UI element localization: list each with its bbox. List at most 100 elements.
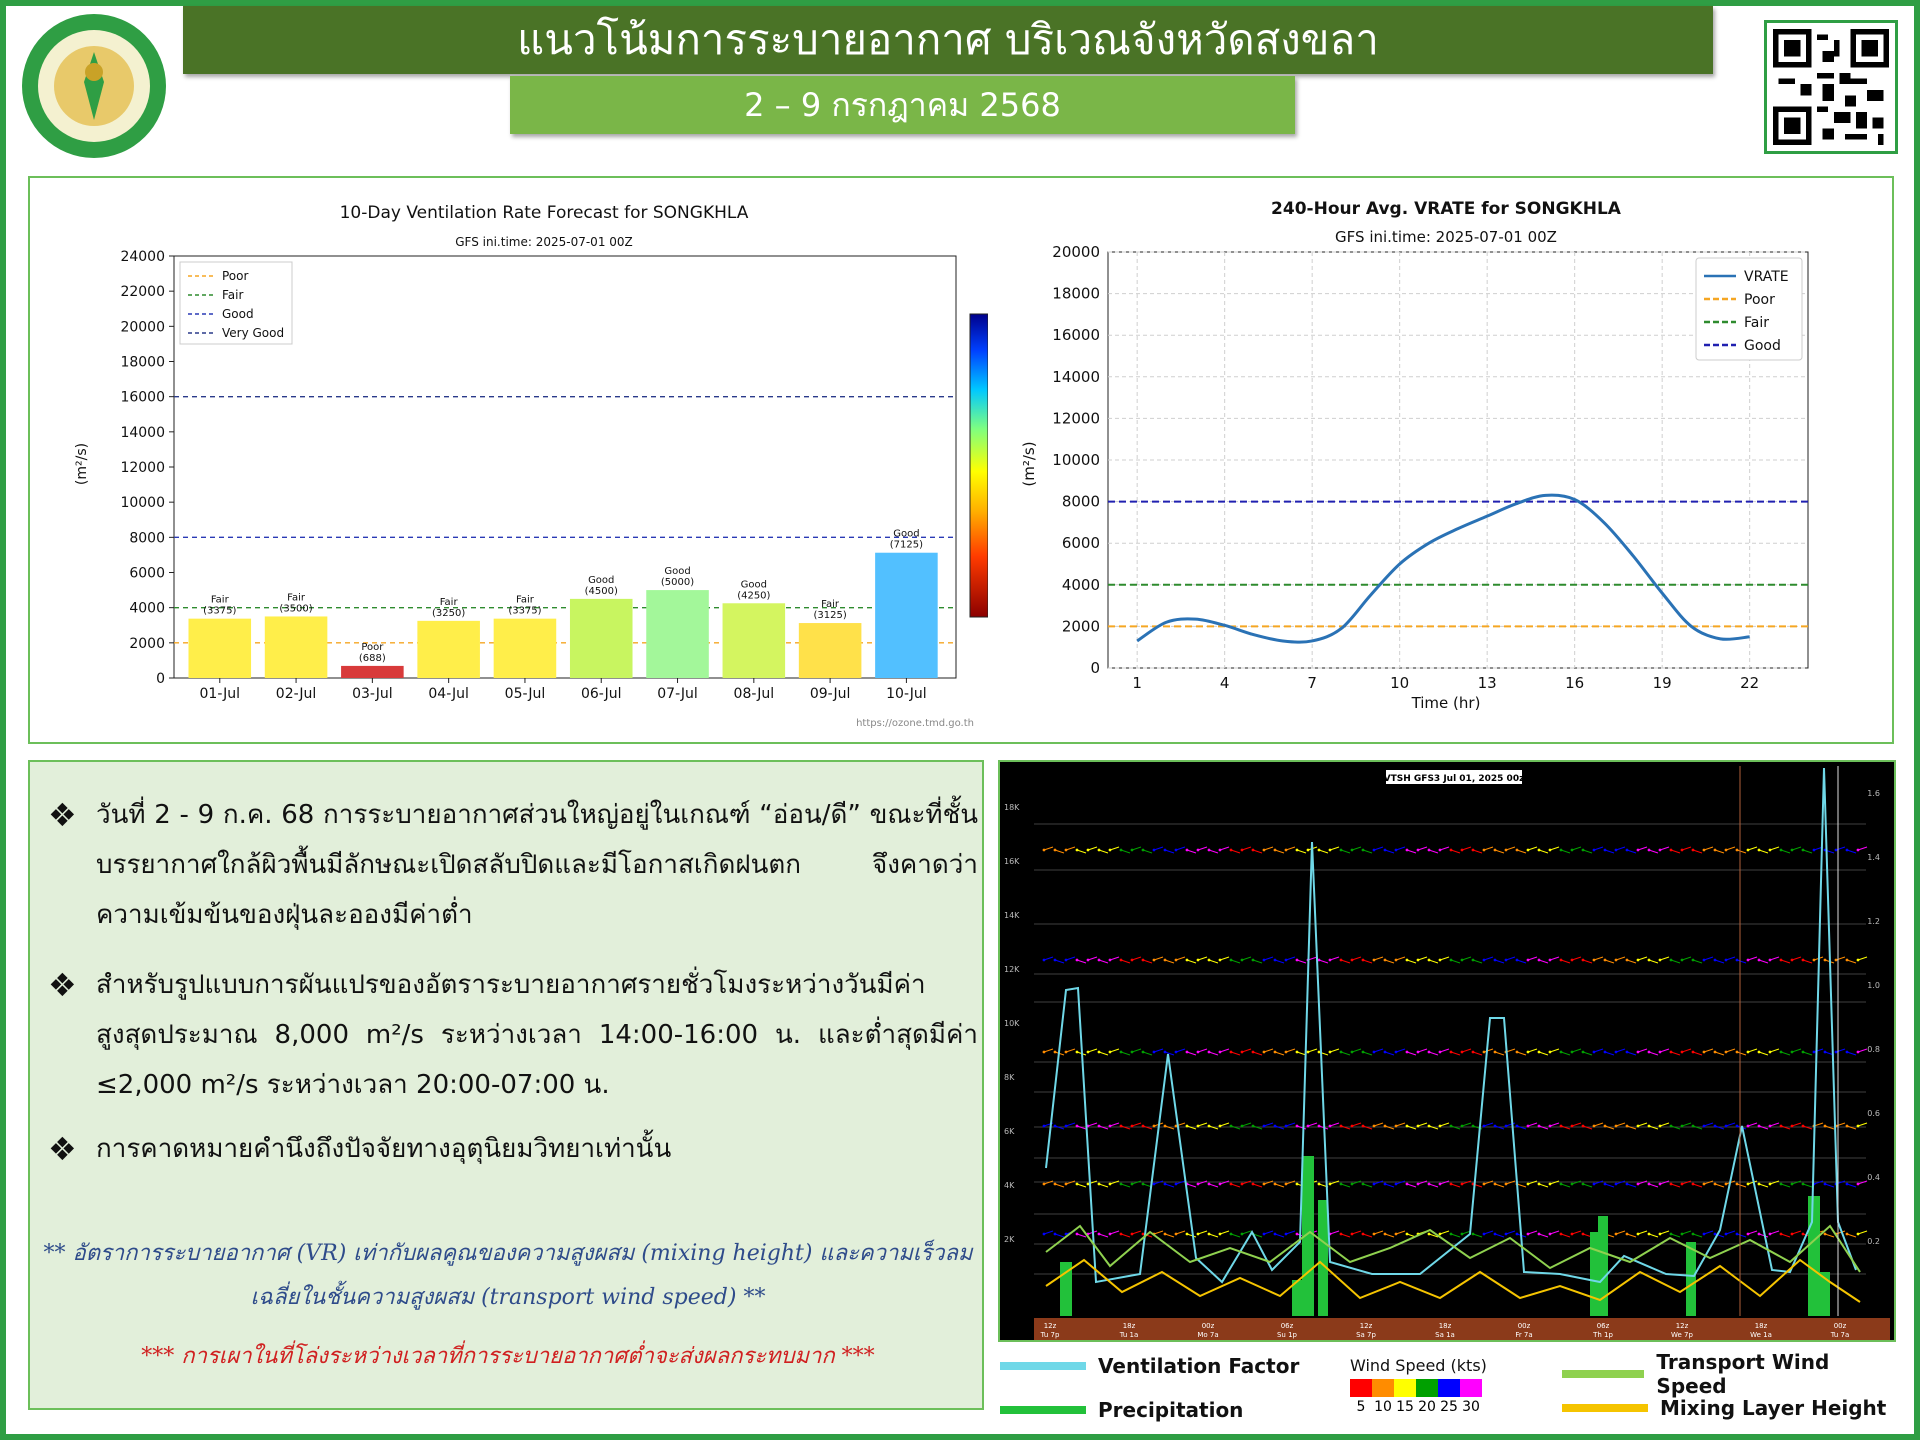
meteogram-wind-dot	[1625, 1050, 1629, 1054]
meteogram-time-label: 12z	[1360, 1322, 1373, 1330]
chart1-legend-label: Good	[222, 307, 254, 321]
meteogram-right-axis-label: 0.6	[1867, 1109, 1880, 1118]
meteogram-wind-dot	[1746, 1124, 1750, 1128]
meteogram-left-axis-label: 16K	[1004, 857, 1020, 866]
meteogram-wind-dot	[1460, 1124, 1464, 1128]
meteogram-wind-dot	[1317, 1182, 1321, 1186]
meteogram-wind-dot	[1273, 1232, 1277, 1236]
chart2-ytick-label: 14000	[1052, 368, 1100, 386]
meteogram-wind-dot	[1790, 1124, 1794, 1128]
meteogram-wind-dot	[1691, 848, 1695, 852]
chart1-xtick-label: 03-Jul	[352, 686, 393, 702]
chart1-legend-label: Very Good	[222, 326, 284, 340]
chart1-colorbar	[969, 313, 988, 618]
meteogram-wind-dot	[1295, 1232, 1299, 1236]
chart1-xtick-label: 08-Jul	[734, 686, 775, 702]
meteogram-wind-dot	[1669, 848, 1673, 852]
wind-speed-colors	[1350, 1379, 1487, 1397]
chart2-xtick-label: 1	[1132, 674, 1142, 692]
meteogram-right-axis-label: 1.0	[1867, 981, 1880, 990]
meteogram-wind-dot	[1075, 1124, 1079, 1128]
meteogram-time-sublabel: Th 1p	[1592, 1331, 1613, 1339]
chart1-bar	[875, 552, 938, 678]
meteogram-wind-dot	[1339, 1124, 1343, 1128]
meteogram-wind-dot	[1229, 848, 1233, 852]
meteogram-left-axis-label: 12K	[1004, 965, 1020, 974]
meteogram-wind-dot	[1295, 1182, 1299, 1186]
meteogram-time-sublabel: Mo 7a	[1197, 1331, 1218, 1339]
meteogram-wind-dot	[1702, 1232, 1706, 1236]
meteogram-wind-dot	[1482, 1050, 1486, 1054]
meteogram-wind-dot	[1515, 1050, 1519, 1054]
meteogram-wind-dot	[1361, 1124, 1365, 1128]
meteogram-wind-dot	[1537, 1182, 1541, 1186]
meteogram-wind-dot	[1053, 1124, 1057, 1128]
meteogram-wind-dot	[1691, 1124, 1695, 1128]
legend-mixing-label: Mixing Layer Height	[1660, 1396, 1887, 1420]
meteogram-wind-dot	[1460, 848, 1464, 852]
meteogram-wind-dot	[1086, 848, 1090, 852]
chart1-bar	[493, 618, 557, 678]
meteogram-wind-dot	[1735, 1232, 1739, 1236]
burning-warning: *** การเผาในที่โล่งระหว่างเวลาที่การระบา…	[141, 1344, 875, 1369]
meteogram-wind-dot	[1559, 1182, 1563, 1186]
meteogram-wind-dot	[1647, 1050, 1651, 1054]
meteogram-wind-dot	[1218, 1232, 1222, 1236]
chart1-ytick-label: 6000	[129, 566, 165, 582]
meteogram-wind-dot	[1251, 1050, 1255, 1054]
wind-speed-color-cell	[1372, 1379, 1394, 1397]
meteogram-wind-dot	[1471, 1050, 1475, 1054]
meteogram-wind-dot	[1614, 958, 1618, 962]
meteogram-wind-dot	[1372, 1050, 1376, 1054]
meteogram-wind-dot	[1383, 1182, 1387, 1186]
meteogram-wind-dot	[1405, 1050, 1409, 1054]
diamond-bullet-icon: ❖	[48, 966, 77, 1004]
meteogram-wind-dot	[1834, 848, 1838, 852]
meteogram-wind-dot	[1614, 1182, 1618, 1186]
meteogram-wind-dot	[1680, 848, 1684, 852]
wind-speed-value: 20	[1418, 1399, 1436, 1415]
meteogram-precip-bar	[1318, 1200, 1328, 1316]
meteogram-wind-dot	[1735, 1182, 1739, 1186]
meteogram-wind-dot	[1713, 1182, 1717, 1186]
meteogram-wind-dot	[1306, 1050, 1310, 1054]
meteogram-wind-dot	[1174, 1182, 1178, 1186]
meteogram-wind-dot	[1790, 848, 1794, 852]
meteogram-wind-dot	[1108, 848, 1112, 852]
meteogram-wind-dot	[1427, 1050, 1431, 1054]
meteogram-wind-dot	[1570, 1182, 1574, 1186]
meteogram-wind-dot	[1394, 1232, 1398, 1236]
chart1-bar	[798, 623, 862, 678]
meteogram-wind-dot	[1592, 958, 1596, 962]
chart2-legend-label: VRATE	[1744, 269, 1789, 285]
meteogram-wind-dot	[1603, 1182, 1607, 1186]
meteogram-wind-dot	[1262, 958, 1266, 962]
meteogram-left-axis-label: 18K	[1004, 803, 1020, 812]
meteogram-wind-dot	[1416, 1124, 1420, 1128]
chart2-legend-label: Poor	[1744, 292, 1775, 308]
chart1-bar	[569, 598, 633, 678]
qr-code-icon[interactable]	[1764, 20, 1898, 154]
meteogram-wind-dot	[1130, 1050, 1134, 1054]
meteogram-wind-dot	[1757, 1182, 1761, 1186]
wind-speed-value: 10	[1374, 1399, 1392, 1415]
meteogram-wind-dot	[1625, 1124, 1629, 1128]
meteogram-wind-dot	[1053, 1232, 1057, 1236]
meteogram-wind-dot	[1823, 1182, 1827, 1186]
meteogram-wind-dot	[1163, 958, 1167, 962]
meteogram-time-label: 18z	[1755, 1322, 1768, 1330]
meteogram-left-axis-label: 8K	[1004, 1073, 1015, 1082]
meteogram-wind-dot	[1812, 1050, 1816, 1054]
meteogram-left-axis-label: 4K	[1004, 1181, 1015, 1190]
meteogram-wind-dot	[1845, 1182, 1849, 1186]
chart2-ylabel: (m²/s)	[1020, 441, 1038, 486]
meteogram-wind-dot	[1636, 1232, 1640, 1236]
meteogram-wind-dot	[1471, 1124, 1475, 1128]
meteogram-wind-dot	[1130, 1182, 1134, 1186]
meteogram-time-sublabel: Sa 7p	[1356, 1331, 1376, 1339]
meteogram-wind-dot	[1625, 1182, 1629, 1186]
chart1-bar-value-label: (688)	[359, 653, 386, 664]
chart1-legend-label: Poor	[222, 269, 248, 283]
chart2-title: 240-Hour Avg. VRATE for SONGKHLA	[1271, 199, 1622, 219]
meteogram-wind-dot	[1625, 1232, 1629, 1236]
